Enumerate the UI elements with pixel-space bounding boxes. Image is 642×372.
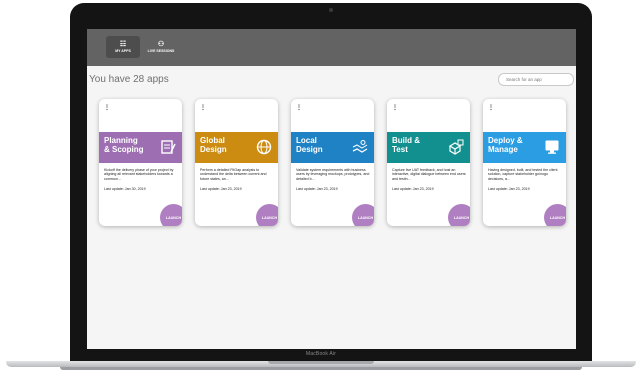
app-card-local-design[interactable]: ⋮ Local Design Validate system requiremen… bbox=[291, 99, 374, 226]
top-nav-bar: ☷ MY APPS ⚇ LIVE SESSIONS bbox=[87, 29, 576, 66]
more-options-icon[interactable]: ⋮ bbox=[392, 104, 398, 111]
card-last-update: Last update: Jan 30, 2019 bbox=[104, 187, 146, 191]
card-title: Local Design bbox=[296, 136, 323, 154]
search-placeholder: Search for an app bbox=[506, 77, 542, 82]
nav-live-sessions-label: LIVE SESSIONS bbox=[147, 49, 175, 53]
launch-button[interactable]: LAUNCH bbox=[352, 204, 374, 226]
card-description: Capture live UAT feedback, and host an i… bbox=[392, 168, 466, 181]
app-card-deploy-manage[interactable]: ⋮ Deploy & Manage Having designed, built,… bbox=[483, 99, 566, 226]
app-screen: ☷ MY APPS ⚇ LIVE SESSIONS You have 28 ap… bbox=[87, 29, 576, 349]
card-last-update: Last update: Jan 23, 2019 bbox=[296, 187, 338, 191]
launch-button[interactable]: LAUNCH bbox=[160, 204, 182, 226]
camera-dot bbox=[329, 8, 333, 12]
card-banner: Local Design bbox=[291, 132, 374, 163]
nav-my-apps-label: MY APPS bbox=[115, 49, 131, 53]
card-title: Planning & Scoping bbox=[104, 136, 144, 154]
grid-icon: ☷ bbox=[119, 41, 127, 48]
globe-icon bbox=[256, 139, 272, 155]
map-icon bbox=[352, 140, 368, 153]
launch-button[interactable]: LAUNCH bbox=[544, 204, 566, 226]
card-title: Global Design bbox=[200, 136, 227, 154]
nav-my-apps[interactable]: ☷ MY APPS bbox=[106, 36, 140, 58]
checklist-icon bbox=[161, 140, 176, 154]
search-input[interactable]: Search for an app ⌕ bbox=[498, 73, 574, 86]
launch-button[interactable]: LAUNCH bbox=[256, 204, 278, 226]
cubes-icon bbox=[448, 139, 464, 155]
card-title: Build & Test bbox=[392, 136, 420, 154]
card-banner: Global Design bbox=[195, 132, 278, 163]
card-description: Validate system requirements with busine… bbox=[296, 168, 370, 181]
app-card-build-test[interactable]: ⋮ Build & Test Capture live UAT feedback,… bbox=[387, 99, 470, 226]
card-title: Deploy & Manage bbox=[488, 136, 523, 154]
card-banner: Deploy & Manage bbox=[483, 132, 566, 163]
card-last-update: Last update: Jan 23, 2019 bbox=[200, 187, 242, 191]
card-banner: Planning & Scoping bbox=[99, 132, 182, 163]
more-options-icon[interactable]: ⋮ bbox=[488, 104, 494, 111]
more-options-icon[interactable]: ⋮ bbox=[200, 104, 206, 111]
app-card-global-design[interactable]: ⋮ Global Design Perform a detailed FitGap… bbox=[195, 99, 278, 226]
laptop-base-shadow bbox=[60, 367, 582, 370]
device-label: MacBook Air bbox=[305, 351, 337, 357]
launch-button[interactable]: LAUNCH bbox=[448, 204, 470, 226]
card-banner: Build & Test bbox=[387, 132, 470, 163]
people-icon: ⚇ bbox=[157, 41, 165, 48]
more-options-icon[interactable]: ⋮ bbox=[104, 104, 110, 111]
more-options-icon[interactable]: ⋮ bbox=[296, 104, 302, 111]
app-card-planning[interactable]: ⋮ Planning & Scoping Kickoff the delivery… bbox=[99, 99, 182, 226]
card-description: Kickoff the delivery phase of your proje… bbox=[104, 168, 174, 181]
page-title: You have 28 apps bbox=[89, 74, 169, 85]
laptop-notch bbox=[268, 361, 374, 364]
nav-live-sessions[interactable]: ⚇ LIVE SESSIONS bbox=[144, 36, 178, 58]
monitor-icon bbox=[545, 140, 559, 154]
card-last-update: Last update: Jan 23, 2019 bbox=[488, 187, 530, 191]
card-description: Having designed, built, and tested the c… bbox=[488, 168, 558, 181]
card-description: Perform a detailed FitGap analysis to un… bbox=[200, 168, 267, 181]
card-last-update: Last update: Jan 23, 2019 bbox=[392, 187, 434, 191]
